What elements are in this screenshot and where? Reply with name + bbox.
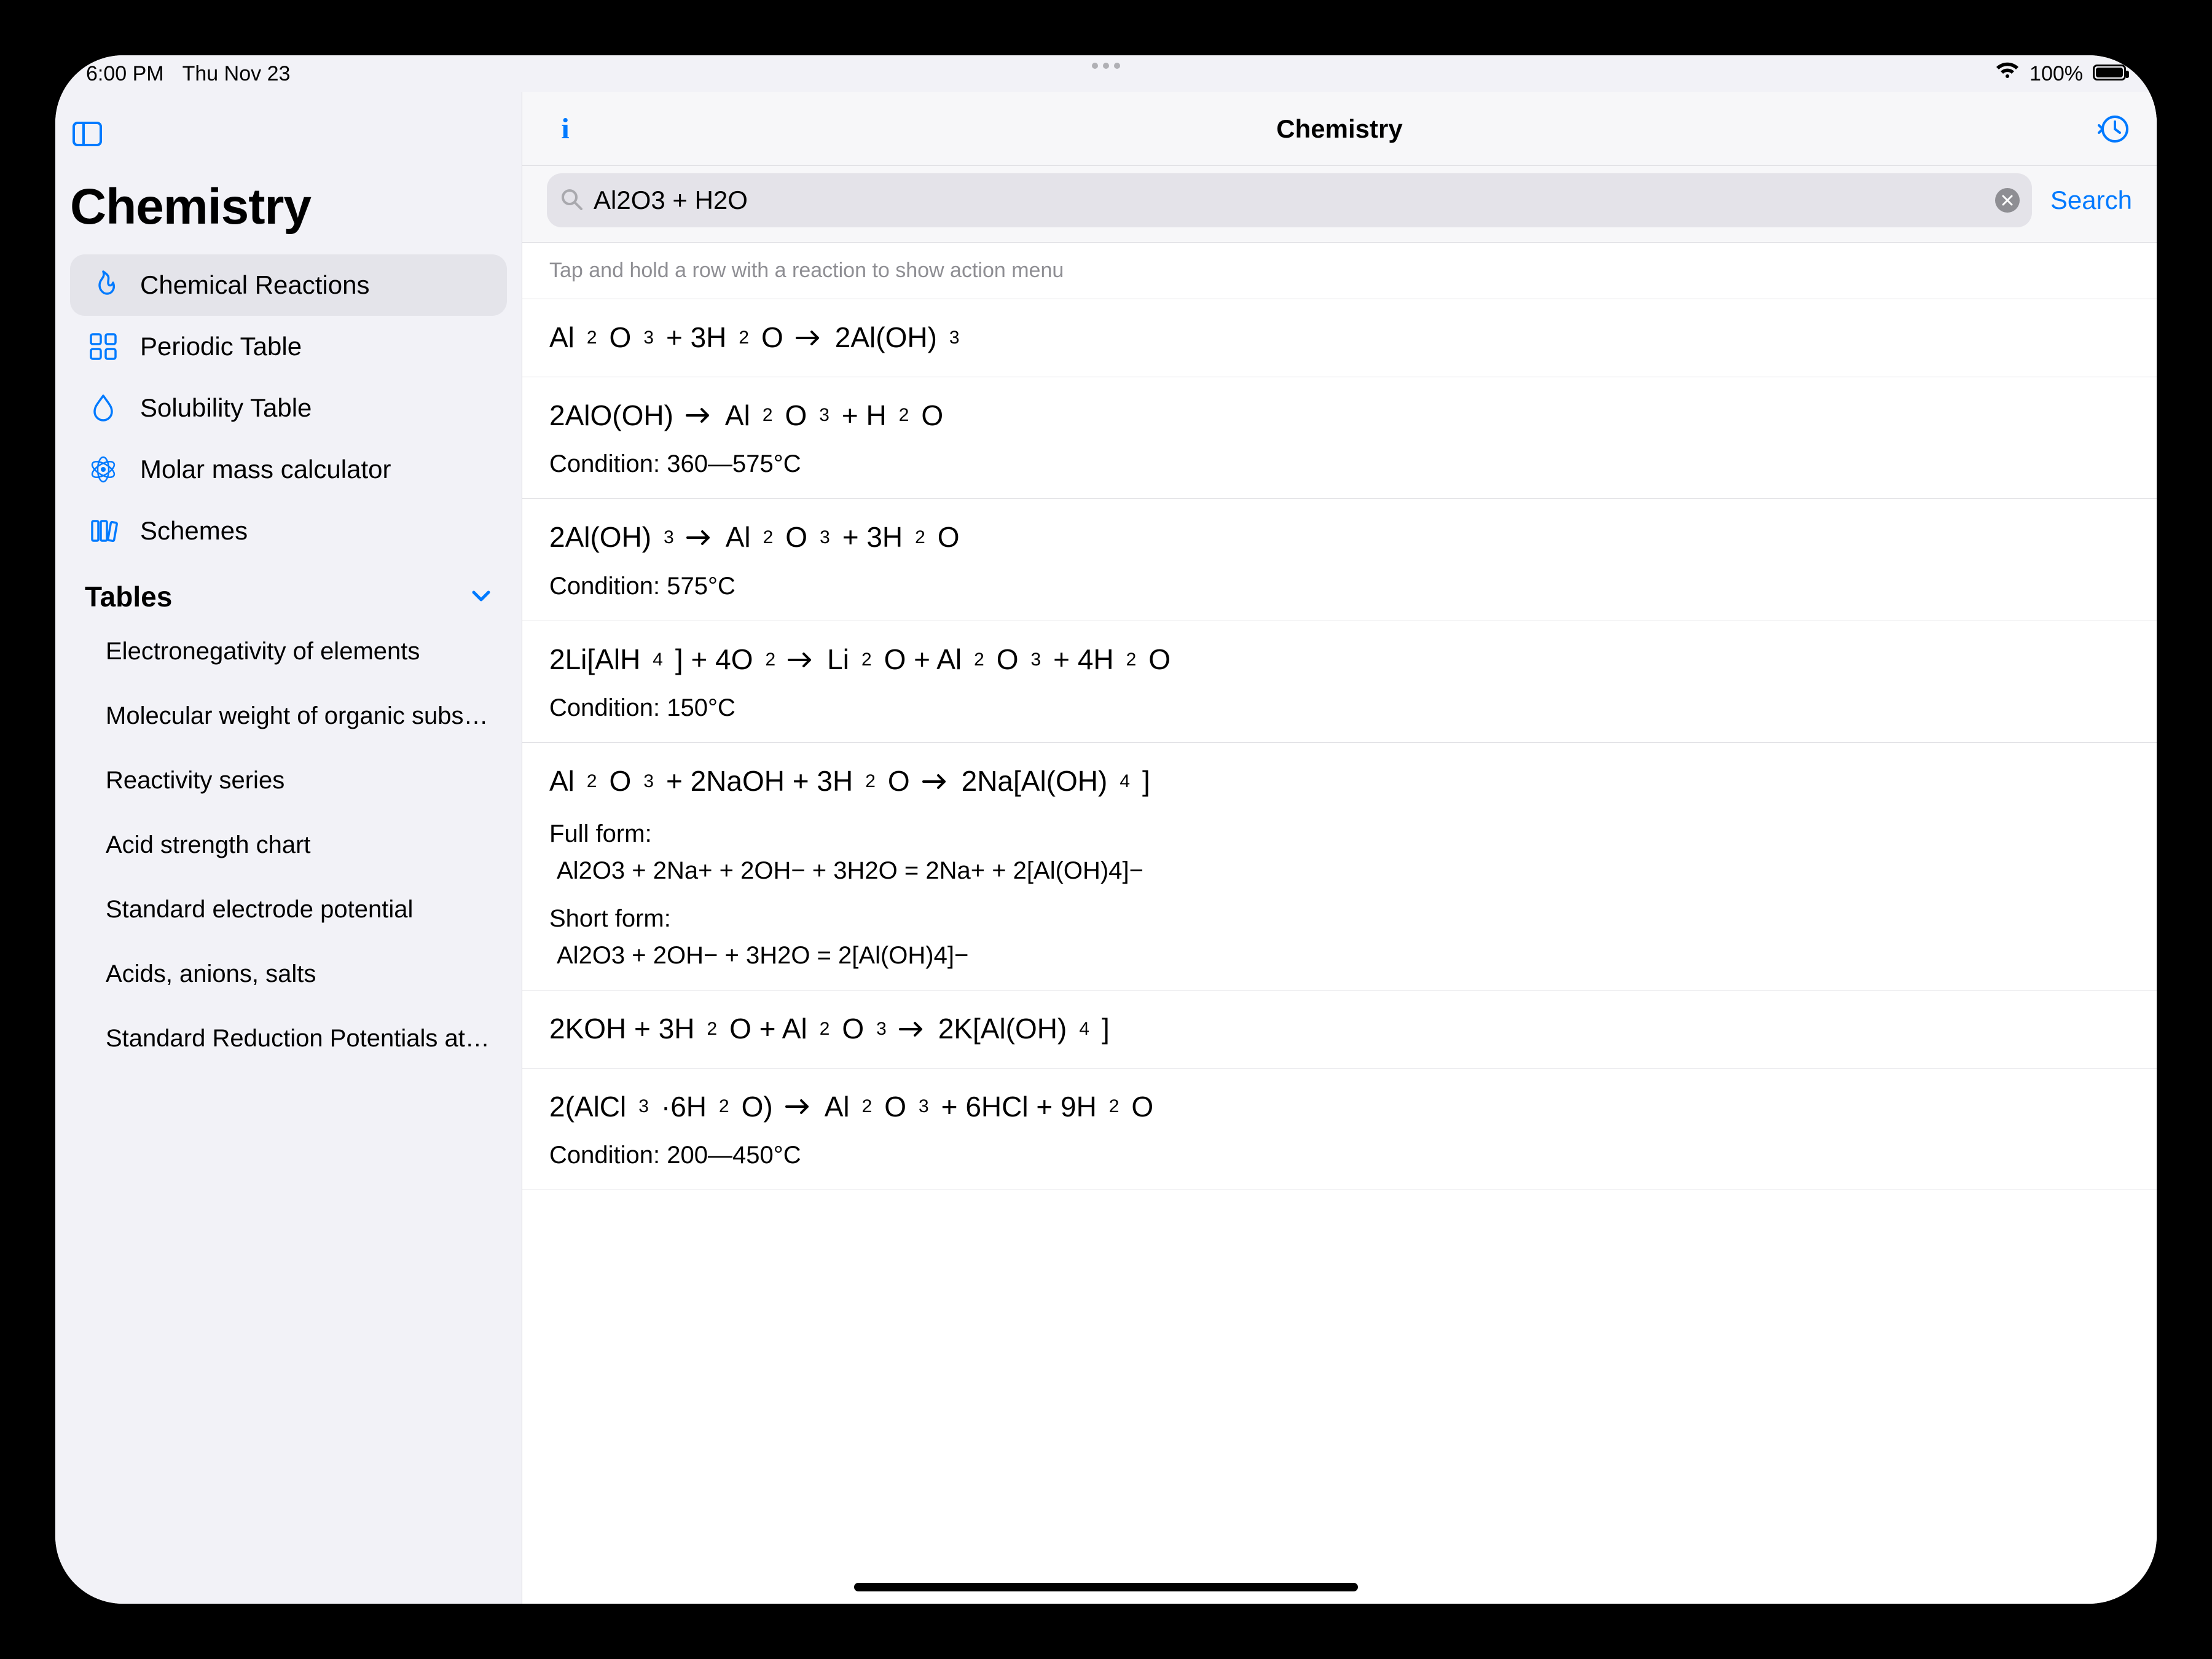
tables-section-header[interactable]: Tables [70,562,507,619]
info-button[interactable]: i [547,111,584,147]
history-button[interactable] [2095,111,2132,147]
reaction-row[interactable]: 2KOH + 3H2O + Al2O3 2K[Al(OH)4] [522,990,2157,1068]
hint-text: Tap and hold a row with a reaction to sh… [522,243,2157,299]
sidebar-nav: Chemical Reactions Periodic Table Solubili… [70,254,507,562]
search-input[interactable] [594,186,1985,215]
sidebar: Chemistry Chemical Reactions Periodic Tab… [55,92,522,1604]
battery-icon [2093,62,2126,86]
reaction-formula: 2(AlCl3·6H2O) Al2O3 + 6HCl + 9H2O [549,1084,2130,1130]
sidebar-item-molar-mass-calculator[interactable]: Molar mass calculator [70,439,507,500]
main-pane: i Chemistry [522,92,2157,1604]
reaction-condition: Condition: 360—575°C [549,445,2130,482]
sidebar-item-chemical-reactions[interactable]: Chemical Reactions [70,254,507,316]
tables-item[interactable]: Molecular weight of organic substa… [70,684,507,748]
reaction-detail: Full form:Al2O3 + 2Na+ + 2OH− + 3H2O = 2… [549,815,2130,889]
tables-item[interactable]: Acid strength chart [70,813,507,877]
reaction-formula: 2AlO(OH) Al2O3 + H2O [549,393,2130,439]
status-bar: 6:00 PM Thu Nov 23 100% [55,55,2157,92]
tables-list: Electronegativity of elementsMolecular w… [70,619,507,1071]
chevron-down-icon [470,580,492,613]
reaction-row[interactable]: Al2O3 + 3H2O 2Al(OH)3 [522,299,2157,377]
sidebar-item-label: Chemical Reactions [140,270,370,300]
books-icon [85,515,122,547]
reaction-row[interactable]: 2Al(OH)3 Al2O3 + 3H2O Condition: 575°C [522,498,2157,621]
atom-icon [85,453,122,485]
tables-item[interactable]: Acids, anions, salts [70,942,507,1006]
screen: 6:00 PM Thu Nov 23 100% [55,55,2157,1604]
drop-icon [85,392,122,424]
status-time: 6:00 PM [86,62,164,86]
sidebar-item-label: Periodic Table [140,332,302,361]
tables-item[interactable]: Standard electrode potential [70,877,507,942]
tables-section-label: Tables [85,580,172,613]
clear-search-button[interactable] [1995,188,2020,213]
wifi-icon [1995,62,2020,86]
reaction-formula: 2Al(OH)3 Al2O3 + 3H2O [549,515,2130,560]
reaction-row[interactable]: 2Li[AlH4] + 4O2 Li2O + Al2O3 + 4H2O Condi… [522,621,2157,743]
device-frame: 6:00 PM Thu Nov 23 100% [0,0,2212,1659]
reaction-row[interactable]: Al2O3 + 2NaOH + 3H2O 2Na[Al(OH)4] Full fo… [522,742,2157,990]
nav-bar: i Chemistry [522,92,2157,166]
reaction-formula: 2Li[AlH4] + 4O2 Li2O + Al2O3 + 4H2O [549,637,2130,683]
sidebar-toggle-icon[interactable] [70,117,104,154]
reaction-condition: Condition: 150°C [549,689,2130,726]
flame-icon [85,269,122,301]
results-list: Al2O3 + 3H2O 2Al(OH)3 2AlO(OH) Al2O3 + H2… [522,299,2157,1604]
home-indicator[interactable] [854,1583,1358,1591]
app-title: Chemistry [70,178,507,236]
tables-item[interactable]: Electronegativity of elements [70,619,507,684]
sidebar-item-label: Molar mass calculator [140,455,391,484]
reaction-formula: 2KOH + 3H2O + Al2O3 2K[Al(OH)4] [549,1006,2130,1052]
status-date: Thu Nov 23 [182,62,291,86]
tables-item[interactable]: Reactivity series [70,748,507,813]
sidebar-item-label: Schemes [140,516,248,546]
grid-icon [85,331,122,363]
search-field[interactable] [547,173,2032,227]
battery-percent: 100% [2030,62,2083,86]
search-icon [559,187,584,214]
reaction-detail: Short form:Al2O3 + 2OH− + 3H2O = 2[Al(OH… [549,900,2130,974]
search-button[interactable]: Search [2050,186,2132,215]
sidebar-item-label: Solubility Table [140,393,312,423]
sidebar-item-solubility-table[interactable]: Solubility Table [70,377,507,439]
reaction-row[interactable]: 2AlO(OH) Al2O3 + H2O Condition: 360—575°C [522,377,2157,499]
reaction-condition: Condition: 200—450°C [549,1137,2130,1174]
sidebar-item-schemes[interactable]: Schemes [70,500,507,562]
search-row: Search [522,166,2157,243]
reaction-row[interactable]: 2(AlCl3·6H2O) Al2O3 + 6HCl + 9H2O Conditi… [522,1068,2157,1191]
reaction-formula: Al2O3 + 2NaOH + 3H2O 2Na[Al(OH)4] [549,759,2130,804]
tables-item[interactable]: Standard Reduction Potentials at 2… [70,1006,507,1071]
sidebar-item-periodic-table[interactable]: Periodic Table [70,316,507,377]
multitask-dots[interactable] [1092,63,1120,69]
reaction-formula: Al2O3 + 3H2O 2Al(OH)3 [549,315,2130,361]
page-title: Chemistry [522,114,2157,144]
reaction-condition: Condition: 575°C [549,568,2130,605]
